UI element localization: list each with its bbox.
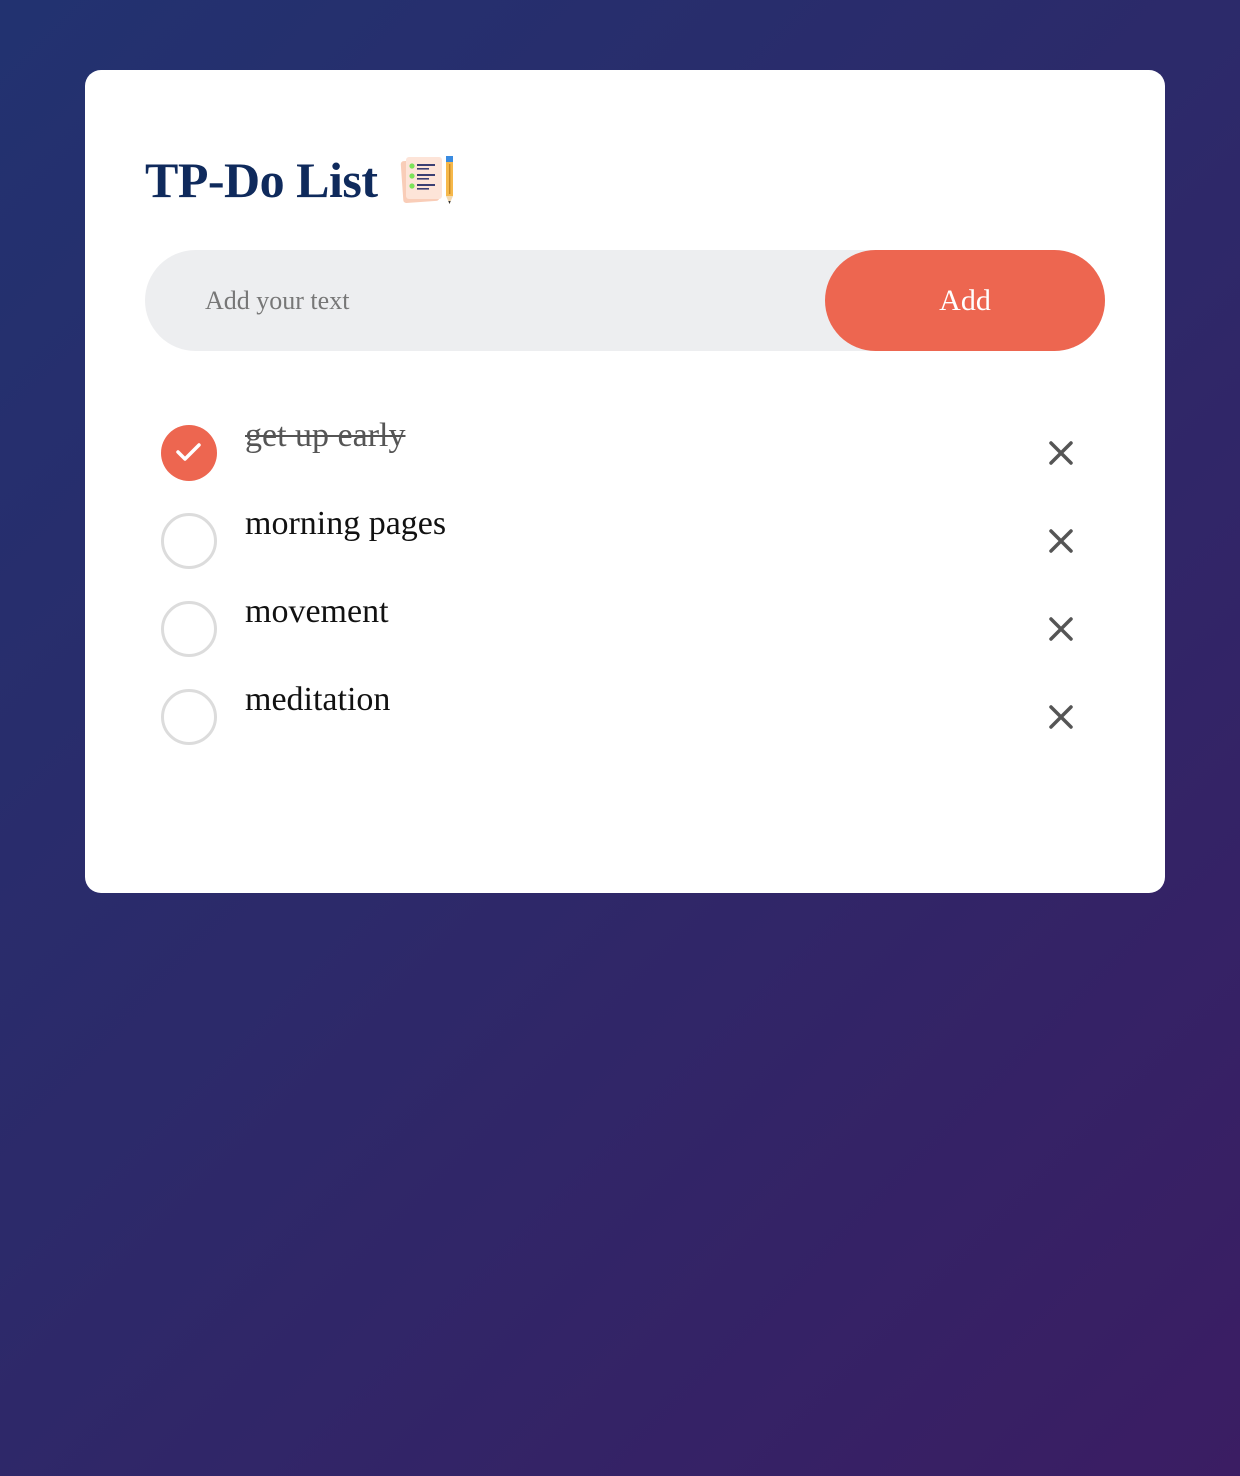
close-icon[interactable]	[1045, 437, 1077, 469]
task-text: movement	[245, 593, 389, 630]
todo-card: TP-Do List Add your text Add get up earl…	[85, 70, 1165, 893]
task-text: morning pages	[245, 505, 447, 542]
close-icon[interactable]	[1045, 613, 1077, 645]
task-input[interactable]	[205, 250, 805, 351]
close-icon[interactable]	[1045, 701, 1077, 733]
task-text: get up early	[245, 417, 406, 454]
task-item[interactable]: meditation	[145, 674, 1105, 762]
unchecked-circle-icon[interactable]	[161, 513, 217, 569]
task-item[interactable]: morning pages	[145, 498, 1105, 586]
checked-circle-icon[interactable]	[161, 425, 217, 481]
header: TP-Do List	[145, 150, 456, 210]
notepad-pencil-icon	[400, 154, 456, 206]
task-item[interactable]: get up early	[145, 410, 1105, 498]
add-task-bar: Add	[145, 250, 1105, 351]
task-item[interactable]: movement	[145, 586, 1105, 674]
unchecked-circle-icon[interactable]	[161, 601, 217, 657]
page-title: TP-Do List	[145, 152, 378, 208]
unchecked-circle-icon[interactable]	[161, 689, 217, 745]
close-icon[interactable]	[1045, 525, 1077, 557]
add-button[interactable]: Add	[825, 250, 1105, 351]
task-text: meditation	[245, 681, 391, 718]
task-list: get up early morning pages movement medi…	[145, 410, 1105, 762]
